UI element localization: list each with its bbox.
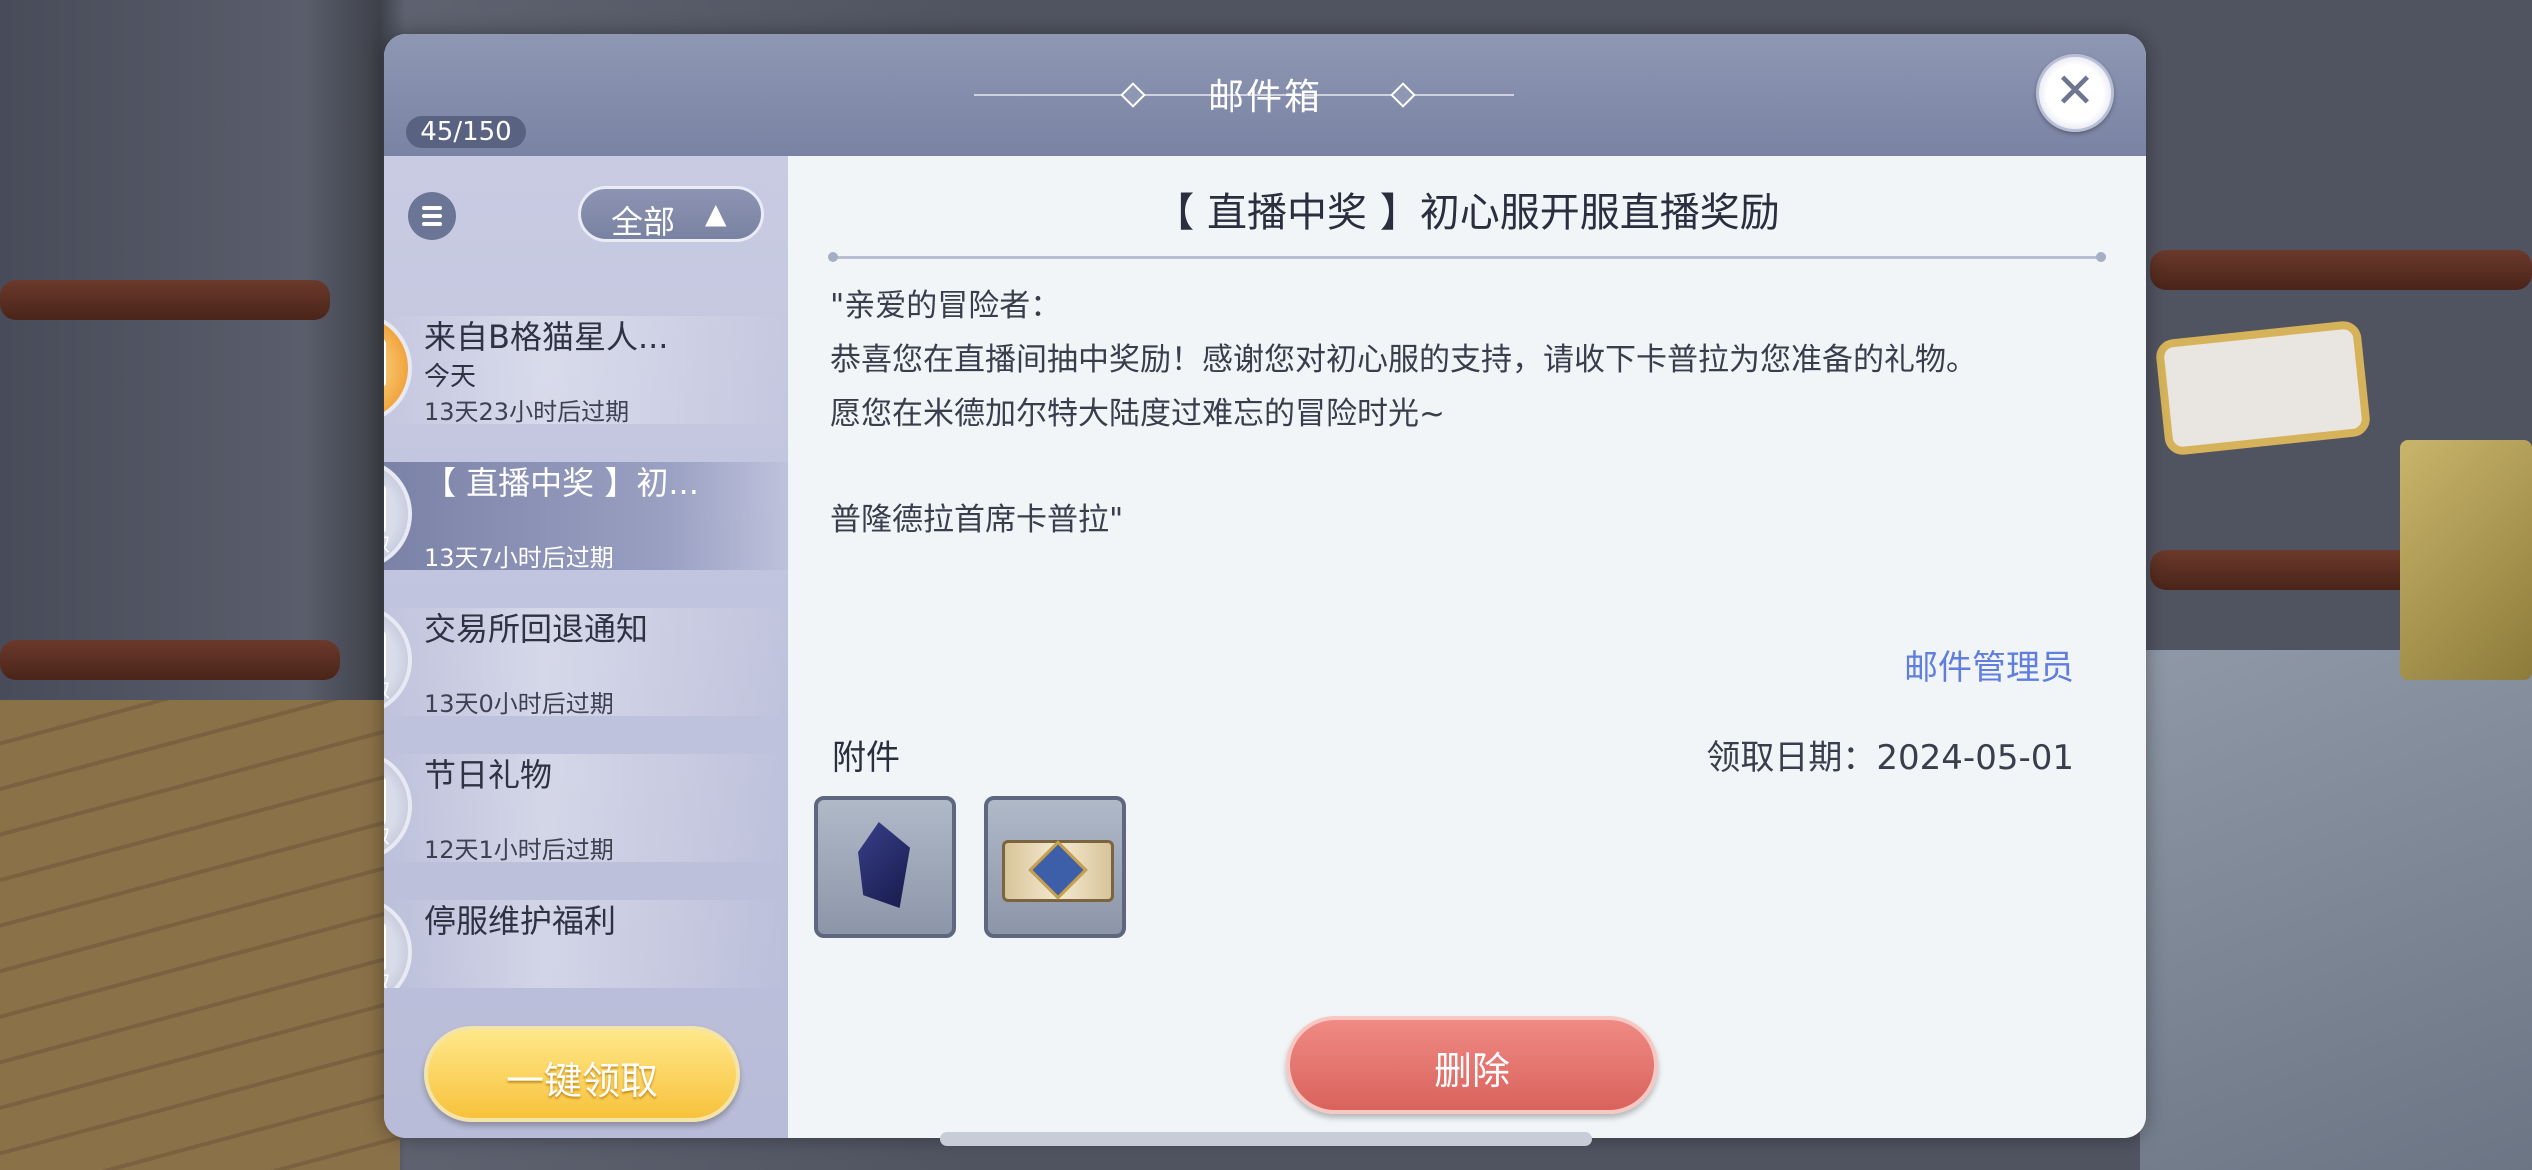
mail-item-expiry: 12天1小时后过期 [424, 836, 614, 864]
claimed-stamp: 已领取 [384, 674, 406, 703]
background-lamp [2154, 319, 2372, 457]
mail-count-badge: 45/150 [406, 116, 526, 148]
mail-item-title: 来自B格猫星人... [424, 318, 669, 356]
list-view-button[interactable] [408, 192, 456, 240]
delete-button[interactable]: 删除 [1286, 1016, 1658, 1114]
background-pipe [0, 280, 330, 320]
claim-all-label: 一键领取 [505, 1059, 658, 1103]
background-floor [0, 700, 400, 1170]
mailbox-dialog: 邮件箱 45/150 ✕ 全部 ▲ 来自B格猫星人... 今天 13天23小时后… [384, 34, 2146, 1138]
heading-divider [828, 252, 2106, 262]
crystal-item-icon [858, 822, 910, 908]
mail-item-expiry: 13天7小时后过期 [424, 544, 614, 572]
mail-body-line: 愿您在米德加尔特大陆度过难忘的冒险时光~ [830, 396, 1445, 432]
mail-list-item[interactable]: 已领取 停服维护福利 [384, 890, 788, 988]
scroll-item-icon [1002, 840, 1114, 902]
claimed-stamp: 已领取 [384, 820, 406, 849]
claim-date: 领取日期：2024-05-01 [1706, 738, 2074, 778]
mail-item-date: 今天 [424, 362, 477, 392]
delete-label: 删除 [1433, 1049, 1510, 1093]
mail-item-expiry: 13天23小时后过期 [424, 398, 630, 426]
close-button[interactable]: ✕ [2036, 54, 2114, 132]
mail-content-panel: 【 直播中奖 】初心服开服直播奖励 "亲爱的冒险者： 恭喜您在直播间抽中奖励！感… [788, 156, 2146, 1138]
mail-item-title: 【 直播中奖 】初... [424, 464, 699, 502]
background-pipe [2150, 250, 2532, 290]
filter-label: 全部 [611, 203, 676, 241]
mail-heading: 【 直播中奖 】初心服开服直播奖励 [1154, 190, 1780, 236]
mail-list-item[interactable]: 已领取 交易所回退通知 13天0小时后过期 [384, 598, 788, 726]
attachment-slot-scroll[interactable] [984, 796, 1126, 938]
mail-body-line: 普隆德拉首席卡普拉" [830, 502, 1124, 538]
mail-list-item[interactable]: 来自B格猫星人... 今天 13天23小时后过期 [384, 306, 788, 434]
mail-item-title: 交易所回退通知 [424, 610, 649, 648]
mail-list-sidebar: 全部 ▲ 来自B格猫星人... 今天 13天23小时后过期 已领取 【 直播中奖… [384, 156, 788, 1138]
close-icon: ✕ [2054, 63, 2096, 119]
attachment-slot-crystal[interactable] [814, 796, 956, 938]
claimed-stamp: 已领取 [384, 966, 406, 988]
mail-list-item-selected[interactable]: 已领取 【 直播中奖 】初... 13天7小时后过期 [384, 452, 788, 580]
mail-sender[interactable]: 邮件管理员 [1904, 640, 2074, 689]
horizontal-scrollbar[interactable] [940, 1132, 1592, 1146]
background-floor-right [2140, 650, 2532, 1170]
list-icon-line [422, 214, 442, 218]
mail-item-expiry: 13天0小时后过期 [424, 690, 614, 718]
background-crate [2400, 440, 2532, 680]
list-icon [422, 206, 442, 210]
background-pipe [0, 640, 340, 680]
claim-all-button[interactable]: 一键领取 [424, 1026, 740, 1122]
mail-body-line: "亲爱的冒险者： [830, 288, 1062, 324]
dialog-header: 邮件箱 45/150 ✕ [384, 34, 2146, 156]
mail-item-title: 节日礼物 [424, 756, 553, 794]
mail-list-item[interactable]: 已领取 节日礼物 12天1小时后过期 [384, 744, 788, 872]
dialog-title: 邮件箱 [1207, 77, 1322, 118]
chevron-up-icon: ▲ [705, 197, 727, 230]
mail-item-title: 停服维护福利 [424, 902, 617, 940]
list-icon-line [422, 222, 442, 226]
filter-dropdown[interactable]: 全部 ▲ [578, 186, 764, 242]
attachments-label: 附件 [832, 738, 900, 778]
claimed-stamp: 已领取 [384, 528, 406, 557]
mail-body-line: 恭喜您在直播间抽中奖励！感谢您对初心服的支持，请收下卡普拉为您准备的礼物。 [830, 342, 1977, 378]
background-pipe [2150, 550, 2420, 590]
